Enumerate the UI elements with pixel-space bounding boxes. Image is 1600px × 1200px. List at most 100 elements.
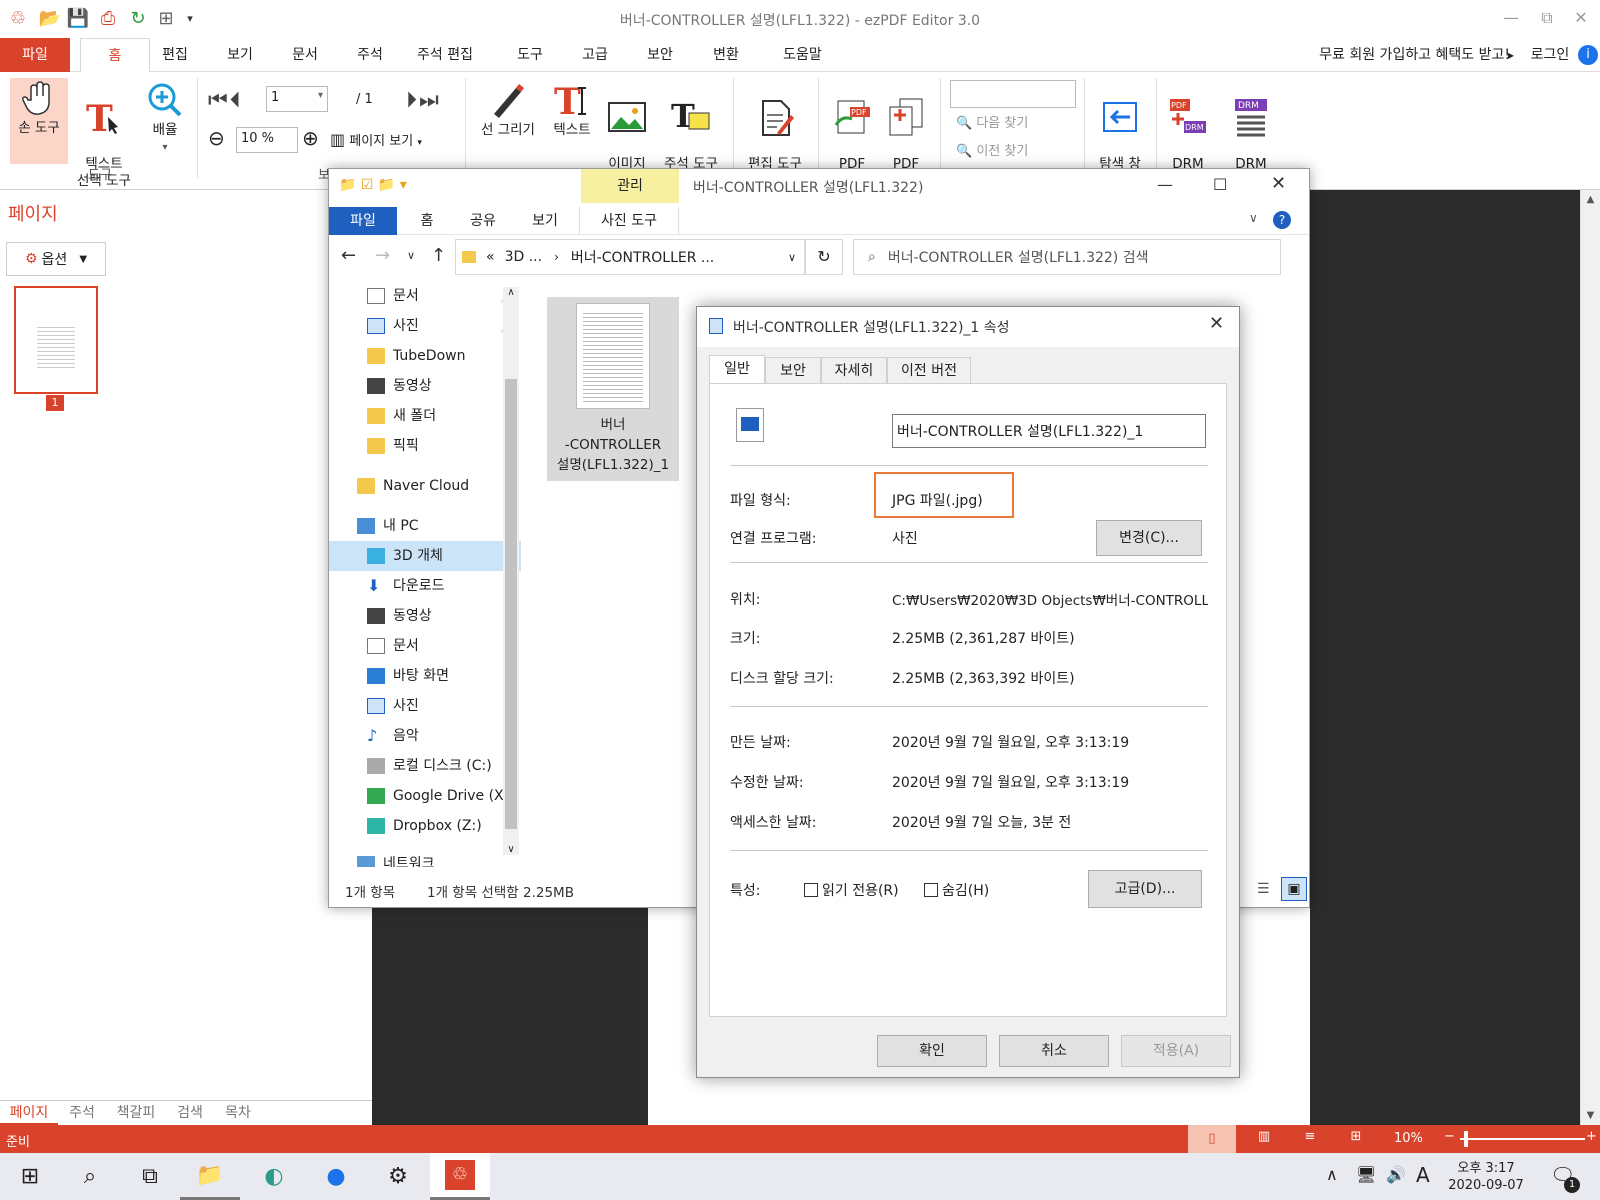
properties-tab-security[interactable]: 보안 [765,357,821,383]
nav-scroll-thumb[interactable] [505,379,517,829]
restore-icon[interactable]: ⧉ [1532,8,1562,28]
refresh-address-icon[interactable]: ↻ [805,239,843,275]
task-view-icon[interactable]: ⧉ [120,1153,180,1200]
tab-advanced[interactable]: 고급 [565,38,625,72]
tab-annotation[interactable]: 주석 [340,38,400,72]
explorer-close-icon[interactable]: ✕ [1271,173,1286,194]
nav-item-naver-cloud[interactable]: Naver Cloud [329,471,521,501]
cancel-button[interactable]: 취소 [999,1035,1109,1067]
nav-item-music[interactable]: ♪ 음악 [329,721,521,751]
zoom-in-small-icon[interactable]: ⊕ [302,126,319,150]
tab-view[interactable]: 보기 [210,38,270,72]
zoom-slider-thumb[interactable] [1464,1131,1468,1147]
explorer-quick-access-icons[interactable]: 📁 ☑ 📁 ▾ [339,177,407,193]
continuous-view-icon[interactable]: ≡ [1290,1129,1330,1144]
breadcrumb-item[interactable]: 버너-CONTROLLER ... [571,247,714,267]
advanced-button[interactable]: 고급(D)... [1088,870,1202,908]
readonly-checkbox[interactable]: 읽기 전용(R) [804,880,899,900]
document-scrollbar[interactable]: ▲ ▼ [1580,190,1600,1125]
search-icon[interactable]: ⌕ [60,1153,120,1200]
ribbon-expand-icon[interactable]: ∨ [1249,211,1258,225]
single-page-view-icon[interactable]: ▯ [1188,1125,1236,1153]
browser-taskbar-icon[interactable]: ◐ [244,1153,304,1200]
recent-locations-icon[interactable]: ∨ [407,249,415,262]
grid-view-icon[interactable]: ⊞ [1336,1129,1376,1144]
zoom-out-status-icon[interactable]: − [1444,1129,1455,1144]
tab-tools[interactable]: 도구 [500,38,560,72]
hidden-checkbox-box[interactable] [924,883,938,897]
page-number-input[interactable]: 1 ▾ [266,86,328,112]
volume-tray-icon[interactable]: 🔊 [1386,1165,1406,1184]
nav-item-videos-pc[interactable]: 동영상 [329,601,521,631]
nav-item-dropbox[interactable]: Dropbox (Z:) [329,811,521,841]
tab-security[interactable]: 보안 [630,38,690,72]
scroll-up-icon[interactable]: ▲ [1581,194,1600,205]
forward-icon[interactable]: → [375,245,390,266]
zoom-in-status-icon[interactable]: + [1586,1129,1597,1144]
nav-item-this-pc[interactable]: 내 PC [329,511,521,541]
next-last-page-icons[interactable]: ⏵⏭ [406,88,441,113]
explorer-tab-file[interactable]: 파일 [329,207,397,235]
address-bar[interactable]: « 3D ... › 버너-CONTROLLER ... ∨ [455,239,805,275]
back-icon[interactable]: ← [341,245,356,266]
zoom-out-icon[interactable]: ⊖ [208,126,225,150]
address-dropdown-icon[interactable]: ∨ [788,251,796,264]
nav-item-documents[interactable]: 문서📌 [329,281,521,311]
text-button[interactable]: T 텍스트 [545,80,599,139]
explorer-search-input[interactable]: ⌕ 버너-CONTROLLER 설명(LFL1.322) 검색 [853,239,1281,275]
tab-help[interactable]: 도움말 [770,38,835,72]
file-explorer-taskbar-icon[interactable]: 📁 [180,1153,240,1200]
breadcrumb-item[interactable]: 3D ... [505,249,543,265]
nav-item-downloads[interactable]: ⬇ 다운로드 [329,571,521,601]
tab-convert[interactable]: 변환 [696,38,756,72]
page-thumbnail[interactable] [14,286,98,394]
zoom-button[interactable]: 배율 ▾ [140,80,190,156]
scroll-down-icon[interactable]: ▼ [1581,1110,1600,1121]
network-tray-icon[interactable]: 🖥 [1356,1165,1376,1184]
nav-item-network[interactable]: 네트워크 [329,849,521,867]
info-icon[interactable]: i [1578,45,1598,65]
up-icon[interactable]: ↑ [431,245,446,266]
bottom-tab-annotations[interactable]: 주석 [58,1101,106,1125]
manage-context-tab[interactable]: 관리 [581,169,679,203]
apply-button[interactable]: 적용(A) [1121,1035,1231,1067]
zoom-input[interactable]: 10 % [236,127,298,153]
change-app-button[interactable]: 변경(C)... [1096,520,1202,556]
tray-chevron-icon[interactable]: ∧ [1326,1165,1338,1184]
nav-scrollbar[interactable]: ∧ ∨ [503,287,519,855]
properties-tab-general[interactable]: 일반 [709,355,765,383]
tab-annotation-edit[interactable]: 주석 편집 [405,38,485,72]
close-icon[interactable]: ✕ [1566,8,1596,27]
nav-item-pictures[interactable]: 사진📌 [329,311,521,341]
clock-date[interactable]: 2020-09-07 [1446,1178,1526,1193]
breadcrumb-overflow-icon[interactable]: « [486,249,495,265]
tab-file[interactable]: 파일 [0,38,70,72]
two-page-view-icon[interactable]: ▥ [1244,1129,1284,1144]
windows-start-icon[interactable]: ⊞ [0,1153,60,1200]
explorer-minimize-icon[interactable]: — [1157,175,1173,194]
bottom-tab-toc[interactable]: 목차 [214,1101,262,1125]
ezpdf-taskbar-icon[interactable]: ♲ [430,1153,490,1200]
promo-link[interactable]: 무료 회원 가입하고 혜택도 받고! [1280,38,1510,72]
bottom-tab-pages[interactable]: 페이지 [0,1101,58,1125]
find-input[interactable] [950,80,1076,108]
clock-time[interactable]: 오후 3:17 [1446,1157,1526,1176]
nav-item-documents-pc[interactable]: 문서 [329,631,521,661]
nav-item-pictures-pc[interactable]: 사진 [329,691,521,721]
edge-taskbar-icon[interactable]: ● [306,1153,366,1200]
find-next-button[interactable]: 🔍 다음 찾기 [956,112,1028,131]
ok-button[interactable]: 확인 [877,1035,987,1067]
bottom-tab-bookmarks[interactable]: 책갈피 [106,1101,166,1125]
nav-scroll-up-icon[interactable]: ∧ [503,287,519,298]
nav-item-desktop[interactable]: 바탕 화면 [329,661,521,691]
hidden-checkbox[interactable]: 숨김(H) [924,880,989,900]
ime-indicator[interactable]: A [1416,1163,1430,1187]
page-view-button[interactable]: ▥ 페이지 보기 ▾ [330,130,422,149]
tab-home[interactable]: 홈 [80,38,150,72]
explorer-tab-home[interactable]: 홈 [399,207,455,235]
zoom-slider[interactable] [1460,1138,1585,1140]
file-item-selected[interactable]: 버너 -CONTROLLER 설명(LFL1.322)_1 [547,297,679,481]
explorer-tab-picture-tools[interactable]: 사진 도구 [579,207,679,235]
nav-item-google-drive[interactable]: Google Drive (X [329,781,521,811]
tab-edit[interactable]: 편집 [145,38,205,72]
